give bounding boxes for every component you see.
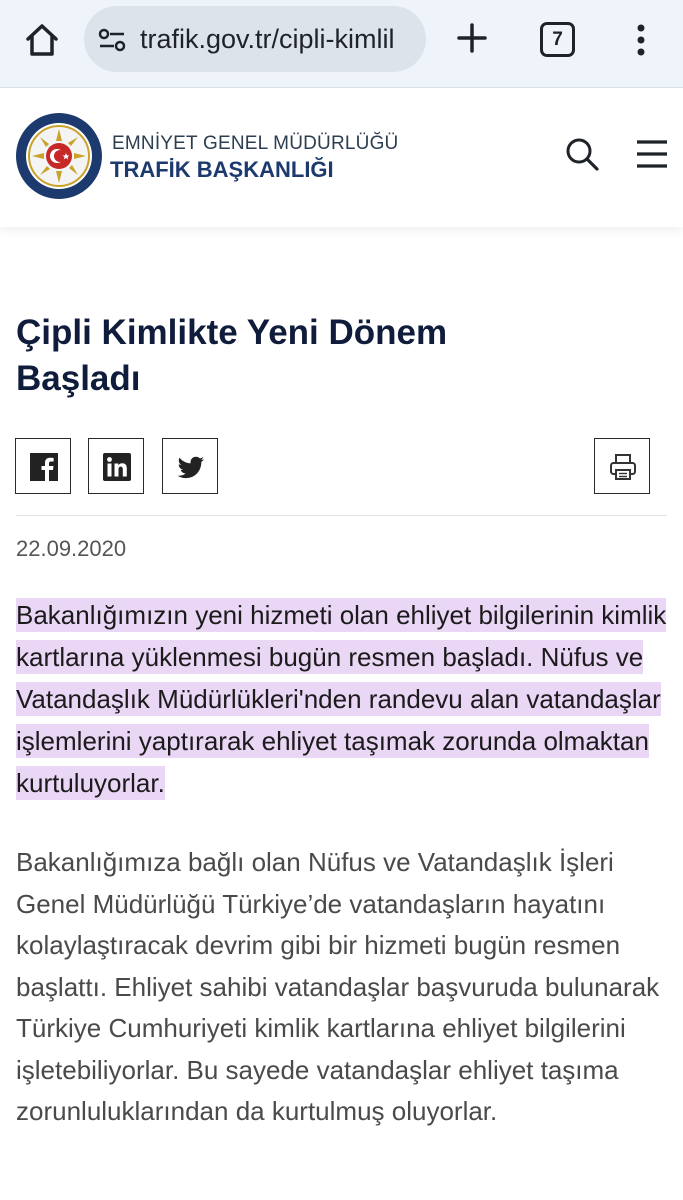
article-lead: Bakanlığımızın yeni hizmeti olan ehliyet… [16, 594, 676, 804]
url-text[interactable]: trafik.gov.tr/cipli-kimlil [140, 6, 395, 72]
site-settings-icon[interactable] [98, 27, 126, 53]
search-icon [566, 138, 599, 171]
print-button[interactable] [594, 438, 650, 494]
home-button[interactable] [22, 20, 62, 60]
highlighted-lead-text: Bakanlığımızın yeni hizmeti olan ehliyet… [16, 598, 667, 800]
twitter-icon [177, 456, 204, 479]
menu-button[interactable] [634, 137, 670, 171]
police-emblem-logo[interactable] [14, 111, 104, 201]
emblem-icon [16, 113, 102, 199]
plus-icon [457, 23, 487, 53]
site-header: EMNİYET GENEL MÜDÜRLÜĞÜ TRAFİK BAŞKANLIĞ… [0, 89, 683, 227]
article-date: 22.09.2020 [16, 536, 127, 561]
search-button[interactable] [562, 134, 602, 174]
article-title: Çipli Kimlikte Yeni Dönem Başladı [16, 313, 448, 398]
printer-icon [610, 454, 636, 480]
new-tab-button[interactable] [452, 18, 492, 58]
facebook-icon [30, 453, 58, 481]
share-linkedin-button[interactable] [88, 438, 144, 494]
linkedin-icon [103, 453, 131, 481]
org-unit-name: TRAFİK BAŞKANLIĞI [110, 157, 334, 182]
article-body: Bakanlığımıza bağlı olan Nüfus ve Vatand… [16, 847, 660, 1126]
divider [16, 515, 667, 516]
org-name: EMNİYET GENEL MÜDÜRLÜĞÜ [112, 133, 399, 154]
share-facebook-button[interactable] [15, 438, 71, 494]
more-vert-icon [637, 24, 645, 56]
browser-menu-button[interactable] [626, 20, 656, 60]
address-bar[interactable]: trafik.gov.tr/cipli-kimlil [84, 6, 426, 72]
tab-switcher-button[interactable]: 7 [540, 22, 575, 57]
share-twitter-button[interactable] [162, 438, 218, 494]
browser-toolbar: trafik.gov.tr/cipli-kimlil 7 [0, 0, 683, 88]
hamburger-icon [637, 140, 667, 168]
home-icon [26, 24, 58, 56]
